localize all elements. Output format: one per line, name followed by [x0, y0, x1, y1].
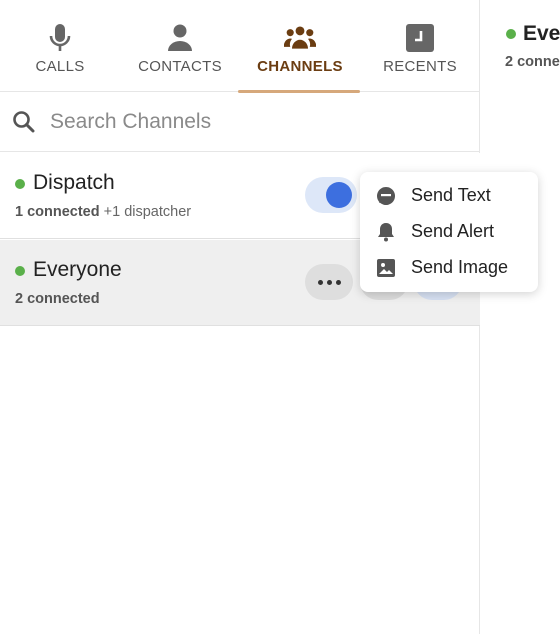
microphone-icon — [44, 22, 76, 54]
menu-item-label: Send Image — [411, 257, 509, 277]
channels-panel: CALLS CONTACTS CHANNELS RECENTS D — [0, 0, 480, 634]
send-image-menu-item[interactable]: Send Image — [360, 250, 538, 286]
image-icon — [376, 258, 396, 278]
menu-item-label: Send Text — [411, 185, 491, 205]
tab-channels-label: CHANNELS — [257, 58, 343, 75]
tab-contacts-label: CONTACTS — [138, 58, 222, 75]
person-icon — [164, 22, 196, 54]
tab-calls-label: CALLS — [35, 58, 85, 75]
online-status-dot — [15, 266, 25, 276]
tab-bar: CALLS CONTACTS CHANNELS RECENTS — [0, 0, 480, 93]
tab-contacts[interactable]: CONTACTS — [120, 0, 240, 92]
send-menu: Send Text Send Alert Send Image — [360, 172, 538, 292]
detail-subtitle: 2 conne — [505, 54, 560, 70]
online-status-dot — [15, 179, 25, 189]
menu-item-label: Send Alert — [411, 221, 495, 241]
detail-connected-count: 2 conne — [505, 54, 560, 70]
bell-icon — [376, 222, 396, 242]
send-text-menu-item[interactable]: Send Text — [360, 178, 538, 214]
channel-toggle[interactable] — [305, 177, 357, 213]
search-input[interactable] — [50, 106, 450, 138]
channel-name: Dispatch — [33, 171, 115, 194]
online-status-dot — [506, 29, 516, 39]
send-alert-menu-item[interactable]: Send Alert — [360, 214, 538, 250]
dispatcher-count: +1 dispatcher — [103, 204, 192, 220]
search-icon — [12, 110, 36, 134]
tab-calls[interactable]: CALLS — [0, 0, 120, 92]
tab-recents[interactable]: RECENTS — [360, 0, 480, 92]
channel-name: Everyone — [33, 258, 122, 281]
connected-count: 2 connected — [15, 291, 100, 307]
tab-channels[interactable]: CHANNELS — [238, 0, 360, 93]
more-options-button[interactable] — [305, 264, 353, 300]
recents-icon — [404, 22, 436, 54]
tab-recents-label: RECENTS — [383, 58, 457, 75]
group-icon — [284, 22, 316, 54]
detail-title: Eve — [523, 22, 560, 45]
search-bar — [0, 92, 480, 152]
message-icon — [376, 186, 396, 206]
channel-subtitle: 1 connected +1 dispatcher — [15, 204, 191, 220]
channel-subtitle: 2 connected — [15, 291, 100, 307]
connected-count: 1 connected — [15, 204, 100, 220]
toggle-knob — [326, 182, 352, 208]
